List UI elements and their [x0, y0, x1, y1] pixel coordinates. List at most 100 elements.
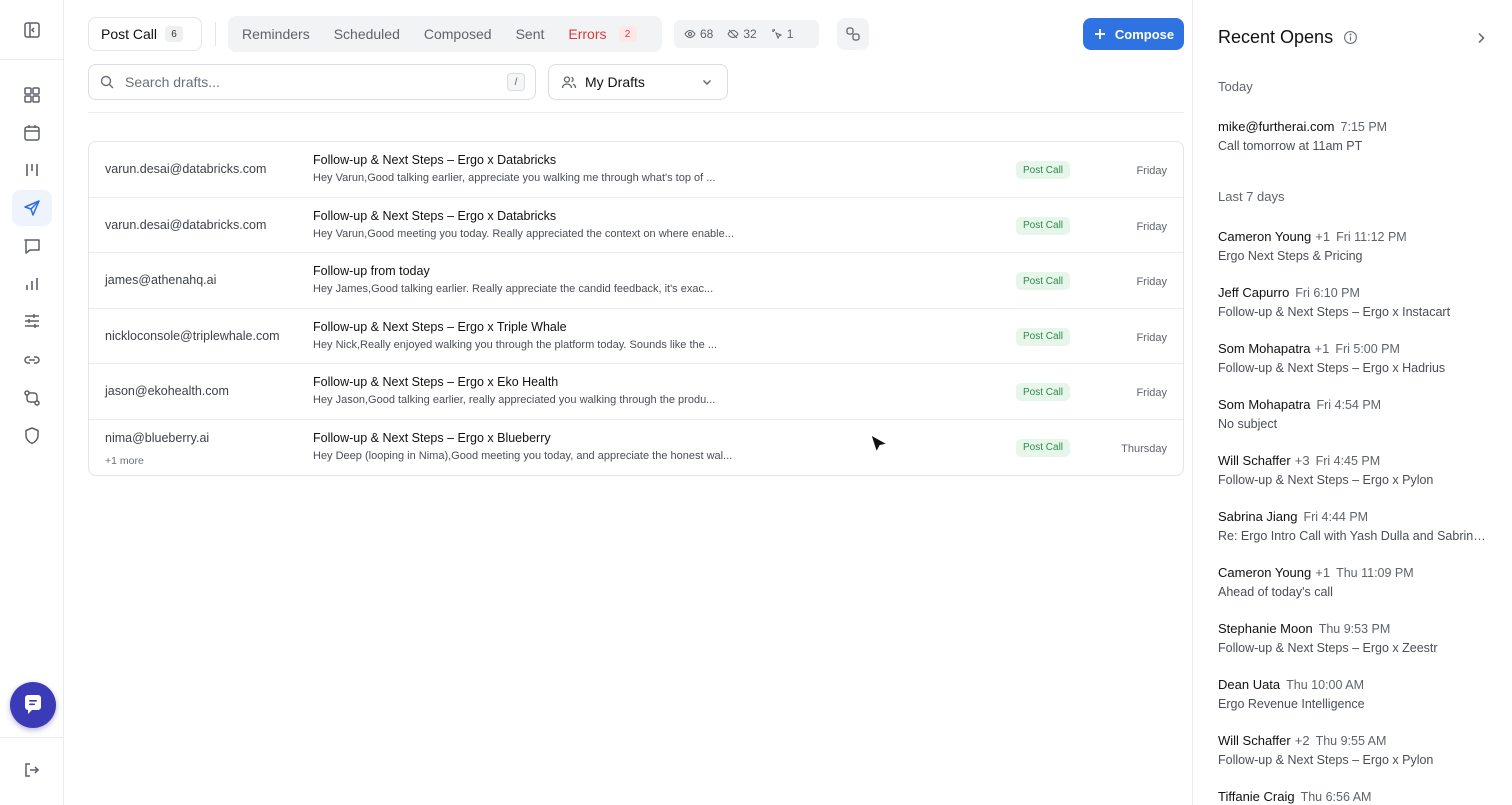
draft-snippet: Hey James,Good talking earlier. Really a… [313, 283, 714, 295]
calendar-icon[interactable] [12, 115, 52, 151]
shield-icon[interactable] [12, 418, 52, 454]
pipeline-icon[interactable] [12, 152, 52, 188]
logout-icon[interactable] [12, 752, 52, 788]
draft-recipient: varun.desai@databricks.com [105, 162, 267, 176]
folder-tabs: Reminders Scheduled Composed Sent Errors… [228, 16, 662, 52]
tab-post-call-label: Post Call [101, 26, 158, 42]
recent-open-item[interactable]: Will Schaffer +3 Fri 4:45 PM Follow-up & N… [1218, 453, 1508, 487]
recent-open-item[interactable]: Cameron Young +1 Thu 11:09 PM Ahead of tod… [1218, 565, 1508, 599]
draft-row[interactable]: varun.desai@databricks.com Follow-up & N… [89, 198, 1183, 253]
recent-opens-title: Recent Opens [1218, 27, 1334, 47]
open-name: Cameron Young [1218, 565, 1312, 580]
draft-subject: Follow-up & Next Steps – Ergo x Databric… [313, 208, 557, 223]
unopened-count: 32 [743, 27, 757, 41]
tab-sent[interactable]: Sent [516, 26, 545, 42]
dashboard-icon[interactable] [12, 77, 52, 113]
search-shortcut: / [507, 73, 525, 91]
chat-support-icon[interactable] [10, 682, 56, 728]
search-input[interactable] [125, 74, 497, 90]
rail-divider [0, 737, 63, 738]
search-bar: / [88, 64, 536, 100]
recent-opens-panel: Recent Opens Today mike@furtherai.com 7:1… [1192, 0, 1512, 805]
compose-label: Compose [1114, 26, 1175, 42]
users-icon [561, 76, 577, 89]
left-rail [0, 0, 64, 805]
mouse-cursor-icon [870, 433, 889, 454]
open-extra-count: +1 [1315, 565, 1331, 580]
draft-row[interactable]: nima@blueberry.ai +1 more Follow-up & Ne… [89, 420, 1183, 476]
open-name: Will Schaffer [1218, 733, 1291, 748]
recent-open-item[interactable]: Som Mohapatra Fri 4:54 PM No subject [1218, 397, 1508, 431]
recent-open-item[interactable]: Tiffanie Craig Thu 6:56 AM [1218, 789, 1508, 804]
open-name: Jeff Capurro [1218, 285, 1290, 300]
collapse-panel-chevron-icon[interactable] [1474, 31, 1488, 45]
link-chain-icon [846, 27, 860, 41]
clicked-stat: 1 [771, 27, 794, 41]
draft-row[interactable]: varun.desai@databricks.com Follow-up & N… [89, 142, 1183, 198]
tab-scheduled[interactable]: Scheduled [334, 26, 400, 42]
clicked-count: 1 [786, 27, 794, 41]
compose-button[interactable]: Compose [1083, 18, 1184, 50]
tab-post-call[interactable]: Post Call 6 [88, 17, 202, 51]
link-icon[interactable] [12, 342, 52, 378]
recent-open-item[interactable]: mike@furtherai.com 7:15 PM Call tomorrow … [1218, 119, 1508, 153]
tab-composed[interactable]: Composed [424, 26, 492, 42]
drafts-owner-dropdown[interactable]: My Drafts [548, 64, 728, 100]
drafts-list: varun.desai@databricks.com Follow-up & N… [88, 141, 1184, 476]
open-time: 7:15 PM [1340, 120, 1388, 134]
eye-off-icon [727, 29, 739, 39]
status-badge: Post Call [1016, 383, 1071, 401]
recent-open-item[interactable]: Dean Uata Thu 10:00 AM Ergo Revenue Intel… [1218, 677, 1508, 711]
open-time: Fri 5:00 PM [1335, 342, 1400, 356]
tab-errors[interactable]: Errors 2 [568, 26, 637, 42]
sequence-link-button[interactable] [837, 18, 869, 50]
workflow-icon[interactable] [12, 380, 52, 416]
open-name: Tiffanie Craig [1218, 789, 1295, 804]
open-time: Fri 6:10 PM [1295, 286, 1360, 300]
draft-row[interactable]: nickloconsole@triplewhale.com Follow-up … [89, 309, 1183, 364]
unopened-stat: 32 [727, 27, 757, 41]
draft-recipient: varun.desai@databricks.com [105, 217, 267, 232]
open-subject: Re: Ergo Intro Call with Yash Dulla and … [1218, 529, 1490, 543]
tab-reminders[interactable]: Reminders [242, 26, 310, 42]
open-name: Stephanie Moon [1218, 621, 1313, 636]
analytics-icon[interactable] [12, 266, 52, 302]
open-subject: Follow-up & Next Steps – Ergo x Instacar… [1218, 305, 1451, 319]
open-time: Fri 4:54 PM [1316, 398, 1382, 412]
open-name: mike@furtherai.com [1218, 119, 1335, 134]
open-extra-count: +1 [1314, 341, 1330, 356]
open-subject: Call tomorrow at 11am PT [1218, 139, 1363, 153]
draft-recipient: jason@ekohealth.com [105, 384, 229, 398]
recent-open-item[interactable]: Sabrina Jiang Fri 4:44 PM Re: Ergo Intro … [1218, 509, 1508, 543]
draft-row[interactable]: james@athenahq.ai Follow-up from today H… [89, 253, 1183, 309]
draft-snippet: Hey Nick,Really enjoyed walking you thro… [313, 338, 717, 351]
status-badge: Post Call [1016, 272, 1071, 290]
messages-icon[interactable] [12, 228, 52, 264]
draft-row[interactable]: jason@ekohealth.com Follow-up & Next Ste… [89, 364, 1183, 420]
draft-recipient: james@athenahq.ai [105, 273, 217, 287]
open-time: Thu 9:53 PM [1318, 622, 1391, 636]
tab-errors-label: Errors [568, 26, 607, 42]
open-name: Cameron Young [1218, 229, 1312, 244]
draft-recipient: nickloconsole@triplewhale.com [105, 328, 280, 343]
recent-open-item[interactable]: Jeff Capurro Fri 6:10 PM Follow-up & Next… [1218, 285, 1508, 319]
search-icon [100, 75, 114, 89]
recent-open-item[interactable]: Cameron Young +1 Fri 11:12 PM Ergo Next St… [1218, 229, 1508, 263]
draft-subject: Follow-up from today [313, 264, 430, 278]
recent-open-item[interactable]: Stephanie Moon Thu 9:53 PM Follow-up & Ne… [1218, 621, 1508, 655]
open-time: Thu 11:09 PM [1336, 566, 1414, 580]
rail-divider [0, 59, 63, 60]
draft-date: Friday [1136, 220, 1167, 233]
send-icon[interactable] [12, 190, 52, 226]
open-name: Dean Uata [1218, 677, 1281, 692]
recent-open-item[interactable]: Will Schaffer +2 Thu 9:55 AM Follow-up & N… [1218, 733, 1508, 767]
recent-open-item[interactable]: Som Mohapatra +1 Fri 5:00 PM Follow-up & N… [1218, 341, 1508, 375]
open-subject: Ergo Revenue Intelligence [1218, 697, 1365, 711]
settings-sliders-icon[interactable] [12, 303, 52, 339]
open-subject: Ahead of today's call [1218, 585, 1333, 599]
toggle-sidebar-icon[interactable] [12, 12, 52, 48]
open-extra-count: +2 [1294, 733, 1310, 748]
draft-recipient: nima@blueberry.ai [105, 430, 210, 445]
draft-subject: Follow-up & Next Steps – Ergo x Blueberr… [313, 430, 551, 445]
info-icon[interactable] [1343, 30, 1358, 45]
